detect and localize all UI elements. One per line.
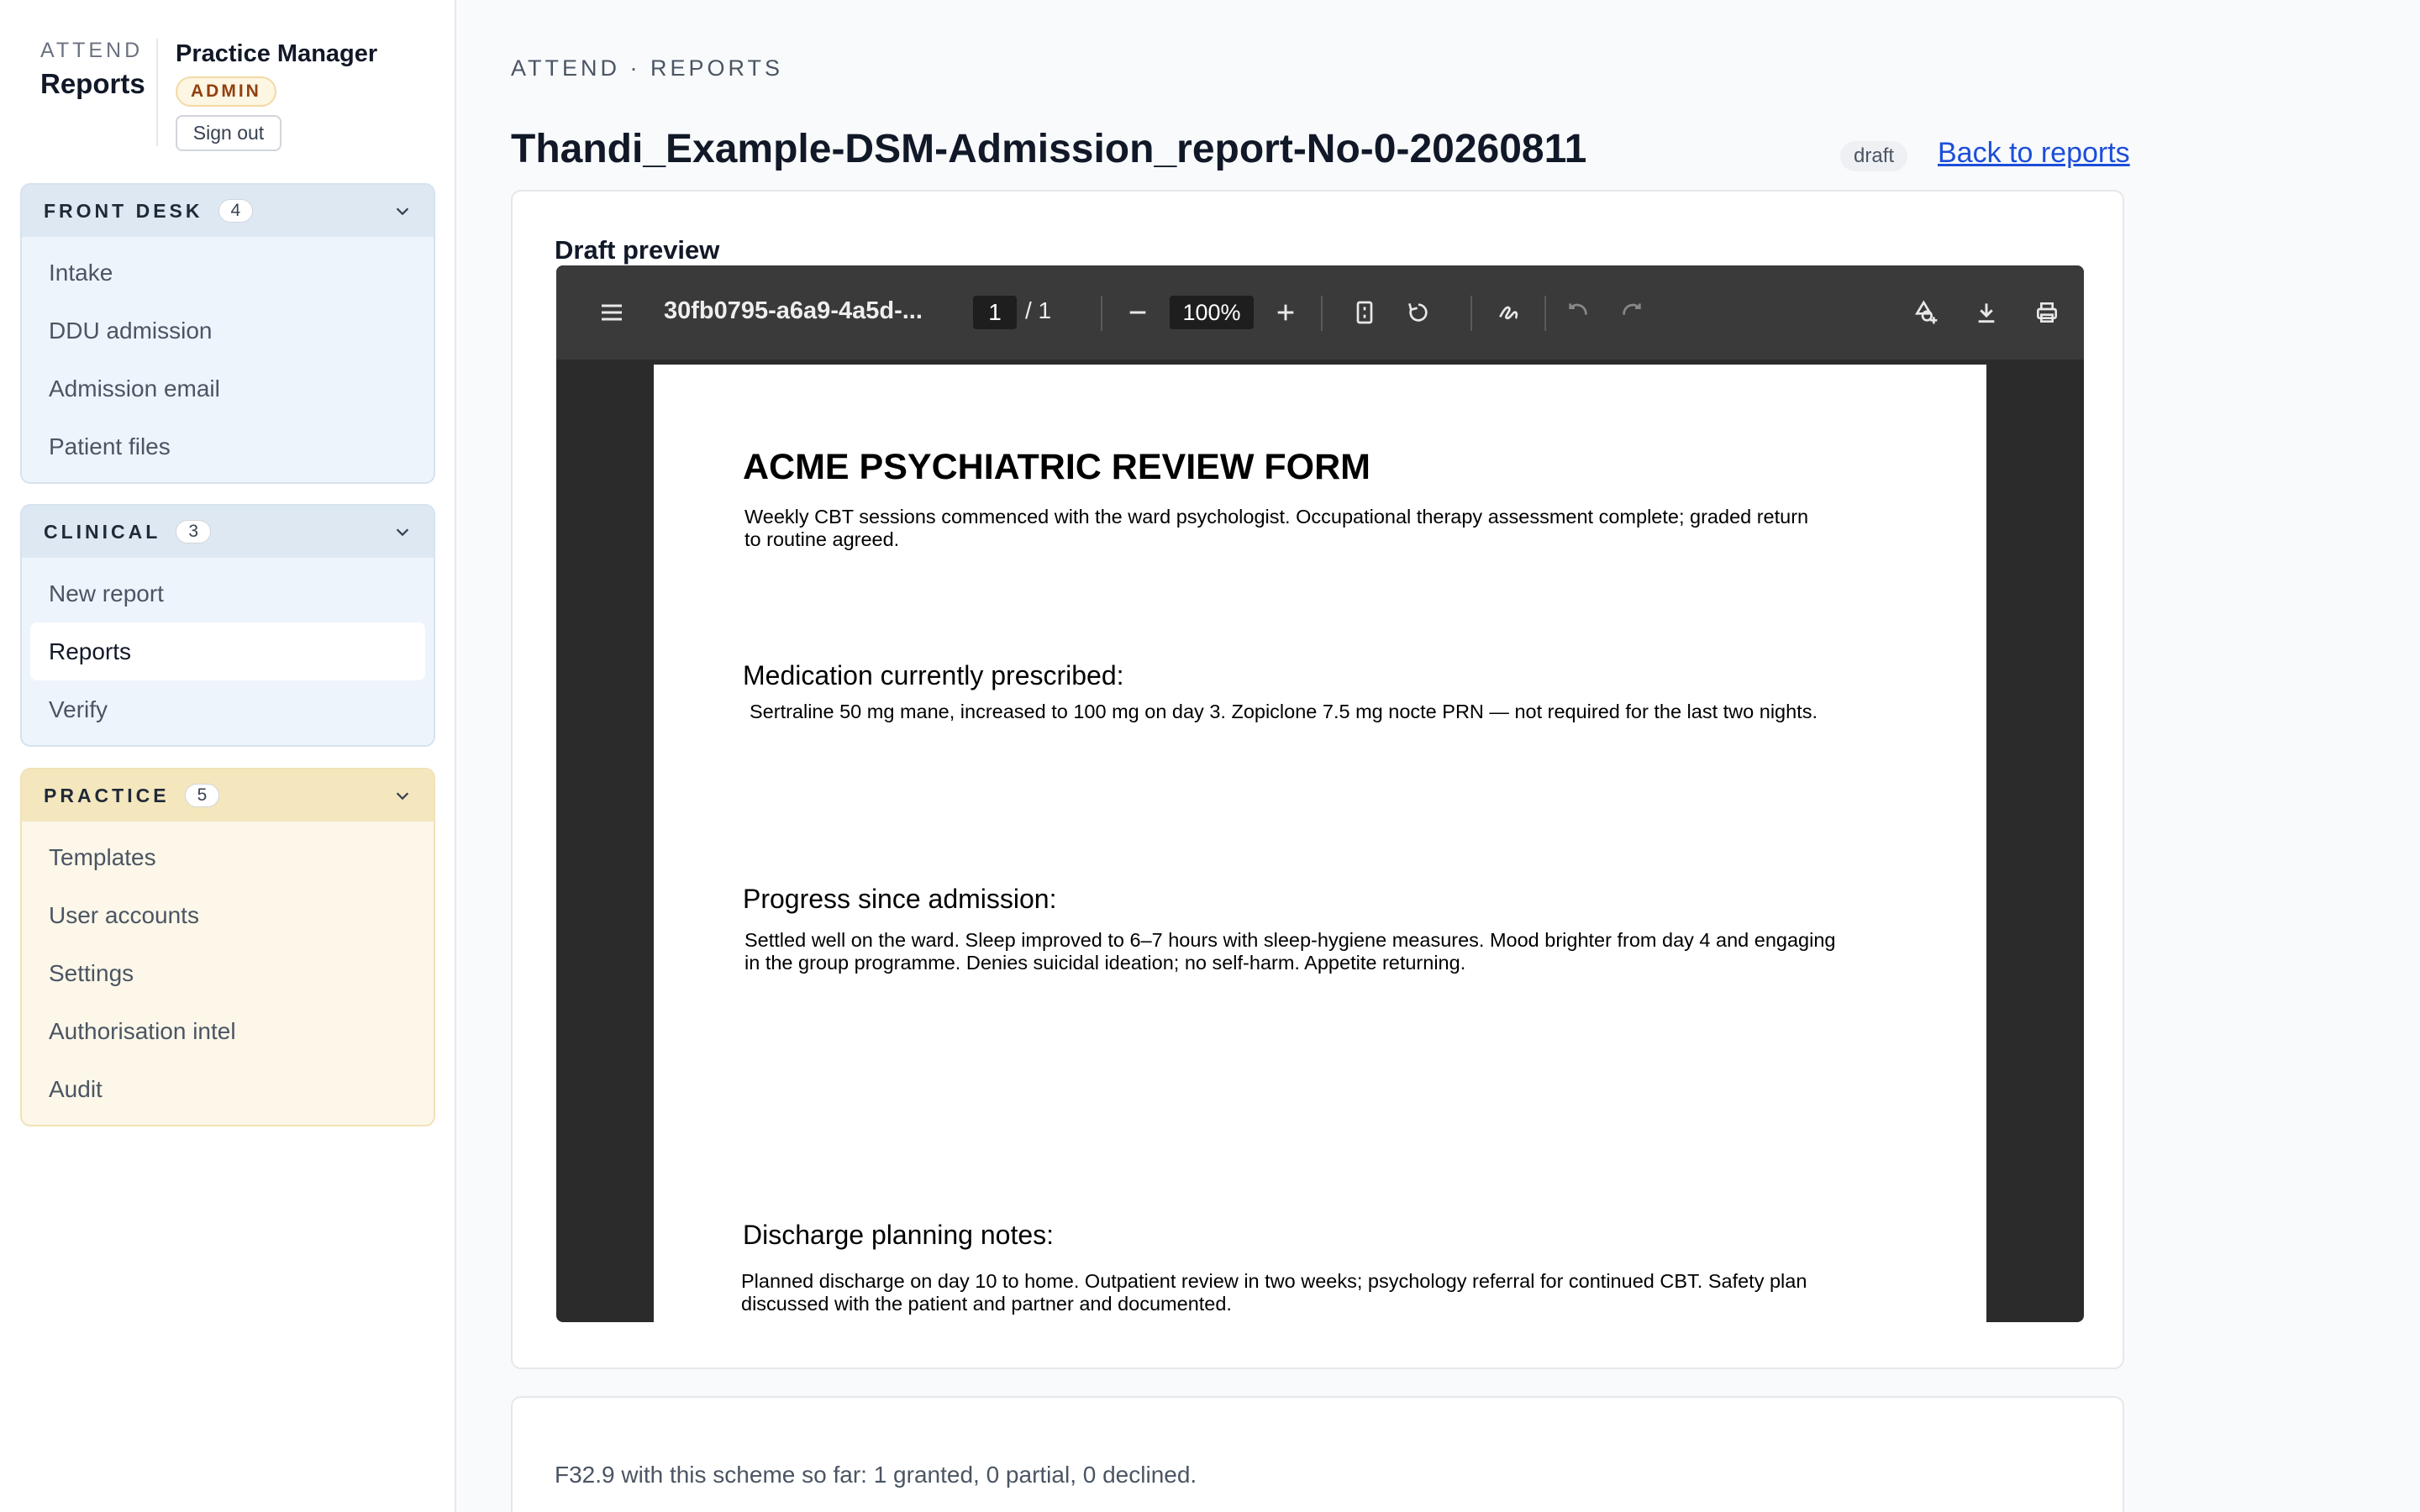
toolbar-divider bbox=[1544, 296, 1546, 331]
sidebar-item-ddu-admission[interactable]: DDU admission bbox=[30, 302, 425, 360]
brand: ATTEND Reports bbox=[40, 39, 145, 100]
print-icon[interactable] bbox=[2030, 296, 2064, 329]
nav-section-clinical: CLINICAL 3 New report Reports Verify bbox=[20, 504, 435, 747]
document-intro-line2: to routine agreed. bbox=[744, 528, 900, 550]
nav-section-header-practice[interactable]: PRACTICE 5 bbox=[22, 769, 434, 822]
user-panel: Practice Manager ADMIN Sign out bbox=[176, 40, 377, 151]
brand-small: ATTEND bbox=[40, 39, 144, 62]
sidebar-item-verify[interactable]: Verify bbox=[30, 680, 425, 738]
nav-section-count: 5 bbox=[184, 784, 220, 807]
document-title: ACME PSYCHIATRIC REVIEW FORM bbox=[743, 447, 1370, 487]
toolbar-divider bbox=[1321, 296, 1323, 331]
chevron-down-icon[interactable] bbox=[393, 786, 412, 805]
rotate-icon[interactable] bbox=[1402, 296, 1435, 329]
back-to-reports-link[interactable]: Back to reports bbox=[1938, 137, 2130, 170]
nav-section-practice: PRACTICE 5 Templates User accounts Setti… bbox=[20, 768, 435, 1126]
sidebar-item-audit[interactable]: Audit bbox=[30, 1060, 425, 1118]
chevron-down-icon[interactable] bbox=[393, 202, 412, 220]
sidebar-item-settings[interactable]: Settings bbox=[30, 944, 425, 1002]
scheme-summary-card: F32.9 with this scheme so far: 1 granted… bbox=[511, 1396, 2124, 1512]
breadcrumb: ATTEND · REPORTS bbox=[511, 55, 784, 81]
nav-section-front-desk: FRONT DESK 4 Intake DDU admission Admiss… bbox=[20, 183, 435, 484]
sidebar-item-admission-email[interactable]: Admission email bbox=[30, 360, 425, 417]
scheme-summary-text: F32.9 with this scheme so far: 1 granted… bbox=[555, 1462, 1197, 1488]
menu-icon[interactable] bbox=[595, 296, 629, 329]
chevron-down-icon[interactable] bbox=[393, 522, 412, 541]
zoom-level[interactable]: 100% bbox=[1170, 296, 1254, 329]
page-total: / 1 bbox=[1025, 297, 1052, 323]
progress-heading: Progress since admission: bbox=[743, 884, 1057, 914]
toolbar-divider bbox=[1101, 296, 1102, 331]
document-intro-line1: Weekly CBT sessions commenced with the w… bbox=[744, 506, 1809, 528]
add-shapes-icon[interactable] bbox=[1909, 296, 1943, 329]
sidebar-item-intake[interactable]: Intake bbox=[30, 244, 425, 302]
sign-out-button[interactable]: Sign out bbox=[176, 115, 281, 151]
progress-line2: in the group programme. Denies suicidal … bbox=[744, 952, 1466, 974]
draft-preview-card: Draft preview 30fb0795-a6a9-4a5d-... 1 /… bbox=[511, 190, 2124, 1369]
annotate-pen-icon[interactable] bbox=[1492, 296, 1526, 329]
nav-section-count: 4 bbox=[218, 199, 254, 223]
nav-section-header-front-desk[interactable]: FRONT DESK 4 bbox=[22, 185, 434, 237]
discharge-line1: Planned discharge on day 10 to home. Out… bbox=[741, 1270, 1807, 1292]
toolbar-divider bbox=[1470, 296, 1472, 331]
undo-icon[interactable] bbox=[1561, 296, 1595, 329]
sidebar-item-templates[interactable]: Templates bbox=[30, 828, 425, 886]
status-badge: draft bbox=[1840, 141, 1908, 171]
nav-section-header-clinical[interactable]: CLINICAL 3 bbox=[22, 506, 434, 558]
pdf-viewer[interactable]: 30fb0795-a6a9-4a5d-... 1 / 1 100% ACME P… bbox=[556, 265, 2084, 1322]
zoom-in-icon[interactable] bbox=[1269, 296, 1302, 329]
page-number-input[interactable]: 1 bbox=[973, 296, 1017, 329]
brand-divider bbox=[156, 39, 158, 146]
medication-heading: Medication currently prescribed: bbox=[743, 660, 1124, 690]
download-icon[interactable] bbox=[1970, 296, 2003, 329]
pdf-filename: 30fb0795-a6a9-4a5d-... bbox=[664, 297, 923, 324]
draft-preview-heading: Draft preview bbox=[555, 235, 720, 265]
discharge-heading: Discharge planning notes: bbox=[743, 1220, 1055, 1250]
role-badge: ADMIN bbox=[176, 76, 276, 107]
user-name: Practice Manager bbox=[176, 40, 378, 67]
sidebar-item-reports[interactable]: Reports bbox=[30, 622, 425, 680]
nav-section-title: FRONT DESK bbox=[44, 199, 203, 222]
nav-section-count: 3 bbox=[176, 520, 212, 543]
fit-page-icon[interactable] bbox=[1348, 296, 1381, 329]
sidebar-item-user-accounts[interactable]: User accounts bbox=[30, 886, 425, 944]
brand-title: Reports bbox=[40, 68, 145, 99]
zoom-out-icon[interactable] bbox=[1121, 296, 1155, 329]
sidebar-item-patient-files[interactable]: Patient files bbox=[30, 417, 425, 475]
progress-line1: Settled well on the ward. Sleep improved… bbox=[744, 929, 1836, 951]
nav-section-title: PRACTICE bbox=[44, 784, 170, 806]
discharge-line2: discussed with the patient and partner a… bbox=[741, 1293, 1232, 1315]
medication-text: Sertraline 50 mg mane, increased to 100 … bbox=[750, 701, 1818, 722]
page-title: Thandi_Example-DSM-Admission_report-No-0… bbox=[511, 127, 1587, 171]
sidebar-item-new-report[interactable]: New report bbox=[30, 564, 425, 622]
pdf-toolbar: 30fb0795-a6a9-4a5d-... 1 / 1 100% bbox=[556, 265, 2084, 360]
pdf-page: ACME PSYCHIATRIC REVIEW FORM Weekly CBT … bbox=[654, 365, 1986, 1322]
redo-icon[interactable] bbox=[1615, 296, 1649, 329]
sidebar-item-authorisation-intel[interactable]: Authorisation intel bbox=[30, 1002, 425, 1060]
nav-section-title: CLINICAL bbox=[44, 520, 161, 543]
sidebar: ATTEND Reports Practice Manager ADMIN Si… bbox=[0, 0, 456, 1512]
